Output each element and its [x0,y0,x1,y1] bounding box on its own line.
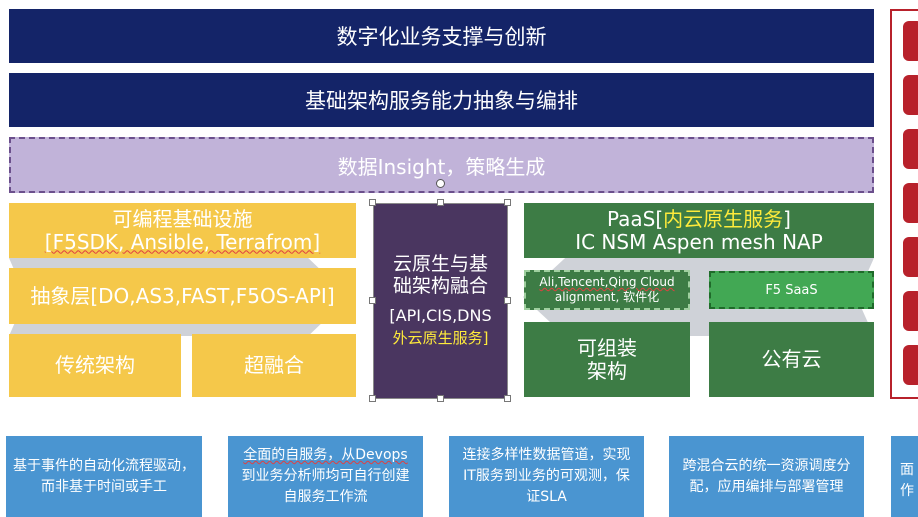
paas-box: PaaS[内云原生服务] IC NSM Aspen mesh NAP [524,203,874,258]
side-tab-1 [903,21,918,61]
card-line: 全面的自服务，从Devops [243,447,408,463]
resize-handle-br[interactable] [504,395,511,402]
center-line2: 础架构融合 [392,275,488,297]
cloud-alignment-box: Ali,Tencent,Qing Cloud alignment, 软件化 [524,270,690,310]
side-tab-6 [903,291,918,331]
programmable-line2: [F5SDK, Ansible, Terrafrom] [44,229,321,254]
resize-handle-b[interactable] [437,395,444,402]
cloud-native-fusion-box[interactable]: 云原生与基 础架构融合 [API,CIS,DNS 外云原生服务] [373,203,508,399]
second-bar-title: 基础架构服务能力抽象与编排 [305,89,578,113]
side-tab-4 [903,183,918,223]
paas-line2: IC NSM Aspen mesh NAP [575,229,823,254]
public-cloud-label: 公有云 [761,347,822,371]
feature-card-hybrid-cloud: 跨混合云的统一资源调度分 配，应用编排与部署管理 [669,436,864,517]
feature-card-observability: 连接多样性数据管道，实现 IT服务到业务的可观测，保 证SLA [449,436,644,517]
card-line: 基于事件的自动化流程驱动， [13,457,195,474]
cloud-alignment-line1: Ali,Tencent,Qing Cloud [539,275,675,289]
paas-suffix: ] [783,206,791,231]
traditional-label: 传统架构 [55,353,135,377]
traditional-arch-box: 传统架构 [9,334,181,397]
hyperconverged-box: 超融合 [192,334,356,397]
card-line: 证SLA [526,489,567,505]
side-tab-5 [903,237,918,277]
paas-highlight: 内云原生服务 [663,206,784,231]
public-cloud-box: 公有云 [709,322,874,397]
f5-saas-box: F5 SaaS [709,271,874,309]
card-line: 跨混合云的统一资源调度分 [682,457,851,474]
insight-bar-title: 数据Insight，策略生成 [337,154,546,179]
hyperconverged-label: 超融合 [244,353,304,377]
center-line1: 云原生与基 [392,253,488,275]
card-line: 配，应用编排与部署管理 [689,478,844,495]
card-line: 作 [900,482,914,499]
resize-handle-bl[interactable] [369,395,376,402]
cloud-alignment-line2: alignment, 软件化 [554,290,660,304]
side-tab-2 [903,75,918,115]
resize-handle-tr[interactable] [504,199,511,206]
paas-prefix: PaaS[ [607,206,664,231]
top-bar: 数字化业务支撑与创新 [9,9,874,63]
center-line3: [API,CIS,DNS [389,306,492,325]
resize-handle-r[interactable] [504,297,511,304]
paas-line1: PaaS[内云原生服务] [607,206,791,231]
side-tab-3 [903,129,918,169]
card-line: IT服务到业务的可观测，保 [463,468,630,484]
second-bar: 基础架构服务能力抽象与编排 [9,73,874,127]
card-line: 而非基于时间或手工 [41,478,167,495]
resize-handle-tl[interactable] [369,199,376,206]
feature-card-partial: 面 作 [891,436,918,517]
card-line: 自服务工作流 [283,489,368,505]
f5-saas-label: F5 SaaS [765,282,818,298]
feature-card-self-service: 全面的自服务，从Devops 到业务分析师均可自行创建 自服务工作流 [228,436,423,517]
composable-line1: 可组装 [577,335,637,360]
card-line: 到业务分析师均可自行创建 [241,468,410,484]
card-line: 连接多样性数据管道，实现 [462,447,631,463]
rotate-handle[interactable] [436,179,445,188]
programmable-infra-box: 可编程基础设施 [F5SDK, Ansible, Terrafrom] [9,203,356,258]
resize-handle-t[interactable] [437,199,444,206]
feature-card-event-driven: 基于事件的自动化流程驱动， 而非基于时间或手工 [6,436,202,517]
top-bar-title: 数字化业务支撑与创新 [336,25,547,49]
card-line: 面 [900,461,914,478]
center-line4: 外云原生服务] [392,329,489,347]
composable-line2: 架构 [587,358,627,383]
abstraction-label: 抽象层[DO,AS3,FAST,F5OS-API] [30,283,335,308]
side-tab-7 [903,345,918,385]
composable-arch-box: 可组装 架构 [524,322,690,397]
programmable-line1: 可编程基础设施 [112,206,253,231]
abstraction-layer-box: 抽象层[DO,AS3,FAST,F5OS-API] [9,268,356,324]
resize-handle-l[interactable] [369,297,376,304]
